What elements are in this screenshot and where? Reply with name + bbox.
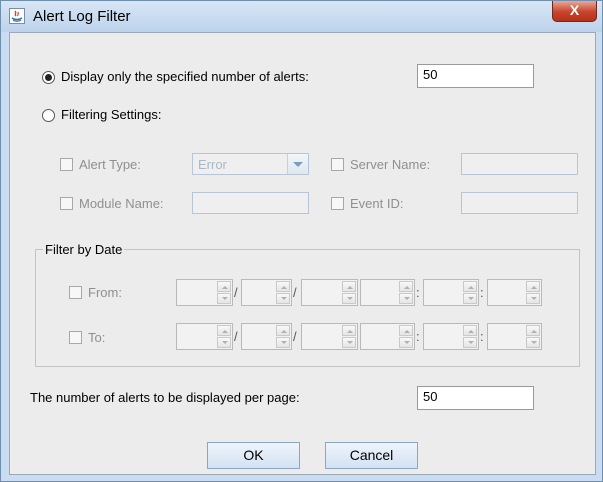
server-name-input[interactable] — [461, 153, 578, 175]
chevron-down-icon[interactable] — [287, 154, 308, 174]
filter-by-date-title: Filter by Date — [43, 242, 125, 257]
server-name-checkbox[interactable] — [331, 158, 344, 171]
date-separator: / — [293, 329, 297, 344]
module-name-checkbox[interactable] — [60, 197, 73, 210]
close-button[interactable]: X — [552, 1, 597, 22]
date-separator: / — [234, 329, 238, 344]
spinner-up-icon[interactable] — [399, 325, 413, 336]
to-second-spinner[interactable] — [487, 323, 542, 350]
spinner-down-icon[interactable] — [342, 337, 356, 348]
from-month-spinner[interactable] — [241, 279, 292, 306]
from-hour-spinner[interactable] — [360, 279, 415, 306]
spinner-down-icon[interactable] — [276, 337, 290, 348]
title-bar[interactable]: Alert Log Filter X — [1, 1, 602, 32]
spinner-down-icon[interactable] — [342, 293, 356, 304]
spinner-down-icon[interactable] — [217, 337, 231, 348]
alert-type-select[interactable]: Error — [192, 153, 309, 175]
filtering-settings-label: Filtering Settings: — [61, 107, 162, 122]
spinner-up-icon[interactable] — [276, 281, 290, 292]
from-checkbox[interactable] — [69, 286, 82, 299]
display-count-label: Display only the specified number of ale… — [61, 69, 309, 84]
event-id-input[interactable] — [461, 192, 578, 214]
spinner-up-icon[interactable] — [217, 281, 231, 292]
module-name-input[interactable] — [192, 192, 309, 214]
alert-log-filter-dialog: Alert Log Filter X Display only the spec… — [0, 0, 603, 482]
from-minute-spinner[interactable] — [423, 279, 479, 306]
dialog-content: Display only the specified number of ale… — [9, 32, 596, 475]
to-year-spinner[interactable] — [176, 323, 233, 350]
module-name-label: Module Name: — [79, 196, 164, 211]
per-page-label: The number of alerts to be displayed per… — [30, 390, 300, 405]
display-count-radio[interactable] — [42, 71, 55, 84]
event-id-label: Event ID: — [350, 196, 404, 211]
time-separator: : — [480, 329, 484, 344]
display-count-input[interactable]: 50 — [417, 64, 534, 88]
per-page-input[interactable]: 50 — [417, 386, 534, 410]
from-year-spinner[interactable] — [176, 279, 233, 306]
event-id-checkbox[interactable] — [331, 197, 344, 210]
spinner-down-icon[interactable] — [526, 337, 540, 348]
spinner-up-icon[interactable] — [526, 325, 540, 336]
spinner-down-icon[interactable] — [463, 293, 477, 304]
spinner-up-icon[interactable] — [342, 325, 356, 336]
to-day-spinner[interactable] — [301, 323, 358, 350]
time-separator: : — [480, 285, 484, 300]
close-icon: X — [569, 2, 580, 18]
spinner-up-icon[interactable] — [276, 325, 290, 336]
alert-type-label: Alert Type: — [79, 157, 141, 172]
spinner-up-icon[interactable] — [526, 281, 540, 292]
spinner-up-icon[interactable] — [399, 281, 413, 292]
time-separator: : — [416, 285, 420, 300]
spinner-down-icon[interactable] — [463, 337, 477, 348]
spinner-down-icon[interactable] — [526, 293, 540, 304]
spinner-down-icon[interactable] — [217, 293, 231, 304]
from-label: From: — [88, 285, 122, 300]
to-checkbox[interactable] — [69, 331, 82, 344]
java-app-icon — [9, 8, 25, 24]
from-second-spinner[interactable] — [487, 279, 542, 306]
window-title: Alert Log Filter — [33, 8, 131, 25]
to-minute-spinner[interactable] — [423, 323, 479, 350]
filter-by-date-group: Filter by Date From: / / : : To: / / :: — [35, 242, 580, 367]
alert-type-checkbox[interactable] — [60, 158, 73, 171]
spinner-up-icon[interactable] — [463, 325, 477, 336]
spinner-up-icon[interactable] — [463, 281, 477, 292]
time-separator: : — [416, 329, 420, 344]
cancel-button[interactable]: Cancel — [325, 442, 418, 469]
spinner-up-icon[interactable] — [342, 281, 356, 292]
spinner-down-icon[interactable] — [276, 293, 290, 304]
to-label: To: — [88, 330, 106, 345]
from-day-spinner[interactable] — [301, 279, 358, 306]
spinner-down-icon[interactable] — [399, 293, 413, 304]
filtering-settings-radio[interactable] — [42, 109, 55, 122]
spinner-down-icon[interactable] — [399, 337, 413, 348]
to-hour-spinner[interactable] — [360, 323, 415, 350]
to-month-spinner[interactable] — [241, 323, 292, 350]
date-separator: / — [293, 285, 297, 300]
server-name-label: Server Name: — [350, 157, 431, 172]
spinner-up-icon[interactable] — [217, 325, 231, 336]
alert-type-value: Error — [198, 157, 227, 172]
ok-button[interactable]: OK — [207, 442, 300, 469]
date-separator: / — [234, 285, 238, 300]
